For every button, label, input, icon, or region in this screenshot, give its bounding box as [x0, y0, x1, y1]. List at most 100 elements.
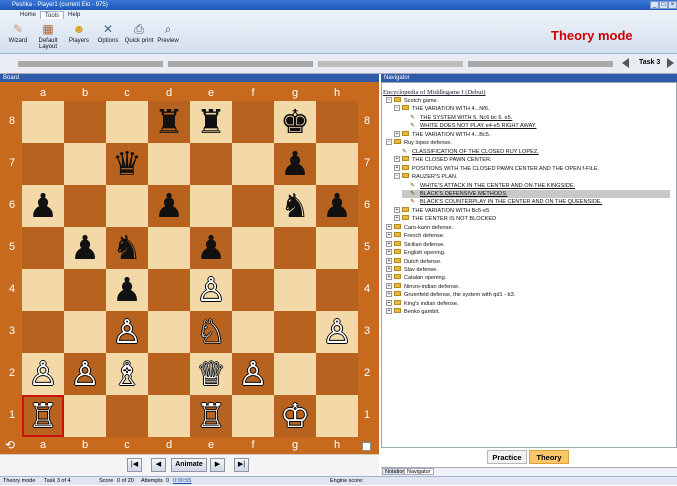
- tab-navigator[interactable]: Navigator: [404, 468, 434, 475]
- square-a3[interactable]: [22, 311, 64, 353]
- tree-item[interactable]: + Gruenfeld defense, the system with qd1 …: [386, 291, 670, 299]
- tree-item[interactable]: + Caro-kann defense.: [386, 223, 670, 232]
- square-f1[interactable]: [232, 395, 274, 437]
- expand-icon[interactable]: +: [386, 274, 392, 281]
- piece-c5[interactable]: ♞: [106, 227, 148, 269]
- square-g2[interactable]: [274, 353, 316, 395]
- expand-icon[interactable]: +: [386, 291, 392, 298]
- tree-item[interactable]: − THE VARIATION WITH 4...Nf6.: [394, 105, 670, 113]
- tree-item[interactable]: + French defense.: [386, 232, 670, 240]
- collapse-icon[interactable]: −: [386, 97, 392, 103]
- square-b6[interactable]: [64, 185, 106, 227]
- animate-button[interactable]: Animate: [171, 458, 207, 472]
- square-a7[interactable]: [22, 143, 64, 185]
- piece-d6[interactable]: ♟: [148, 185, 190, 227]
- tab-help[interactable]: Help: [64, 11, 84, 19]
- expand-icon[interactable]: +: [386, 266, 392, 272]
- piece-c7[interactable]: ♛: [106, 143, 148, 185]
- square-f8[interactable]: [232, 101, 274, 143]
- first-move-button[interactable]: |◀: [127, 458, 142, 472]
- square-d4[interactable]: [148, 269, 190, 311]
- tree-item[interactable]: ✎ WHITE DOES NOT PLAY e4-e5 RIGHT AWAY.: [402, 122, 670, 130]
- square-h8[interactable]: [316, 101, 358, 143]
- piece-c2[interactable]: ♗: [106, 353, 148, 395]
- tree-item[interactable]: ✎ WHITE'S ATTACK IN THE CENTER AND ON THE…: [402, 182, 670, 190]
- square-h5[interactable]: [316, 227, 358, 269]
- square-h4[interactable]: [316, 269, 358, 311]
- collapse-icon[interactable]: −: [394, 173, 400, 180]
- task-segment-1[interactable]: [18, 61, 163, 67]
- close-button[interactable]: ×: [668, 1, 677, 9]
- square-a5[interactable]: [22, 227, 64, 269]
- square-c1[interactable]: [106, 395, 148, 437]
- next-task-icon[interactable]: [667, 58, 674, 68]
- tree-item[interactable]: − Scotch game.: [386, 97, 670, 105]
- expand-icon[interactable]: +: [386, 282, 392, 289]
- piece-e1[interactable]: ♖: [190, 395, 232, 437]
- tree-item[interactable]: ✎ BLACK'S COUNTERPLAY IN THE CENTER AND O…: [402, 198, 670, 206]
- piece-e2[interactable]: ♕: [190, 353, 232, 395]
- piece-c4[interactable]: ♟: [106, 269, 148, 311]
- square-f3[interactable]: [232, 311, 274, 353]
- flip-board-icon[interactable]: ⟲: [5, 438, 15, 452]
- tree-item[interactable]: − Ruy lopez defense.: [386, 139, 670, 147]
- tree-item[interactable]: + Sicilian defense.: [386, 240, 670, 249]
- square-g3[interactable]: [274, 311, 316, 353]
- quick-print-button[interactable]: ⎙ Quick print: [124, 22, 154, 52]
- practice-button[interactable]: Practice: [487, 450, 527, 464]
- tree-item[interactable]: + Slav defense.: [386, 266, 670, 274]
- tree-item[interactable]: + Dutch defense.: [386, 257, 670, 266]
- preview-button[interactable]: ⌕ Preview: [156, 22, 180, 52]
- piece-a1[interactable]: ♖: [22, 395, 64, 437]
- tree-item[interactable]: + English opening.: [386, 249, 670, 257]
- square-a4[interactable]: [22, 269, 64, 311]
- tree-item[interactable]: + THE VARIATION WITH 4...Bc5.: [394, 130, 670, 139]
- square-e7[interactable]: [190, 143, 232, 185]
- piece-a6[interactable]: ♟: [22, 185, 64, 227]
- piece-g7[interactable]: ♟: [274, 143, 316, 185]
- piece-b5[interactable]: ♟: [64, 227, 106, 269]
- prev-move-button[interactable]: ◀: [151, 458, 166, 472]
- piece-b2[interactable]: ♙: [64, 353, 106, 395]
- piece-c3[interactable]: ♙: [106, 311, 148, 353]
- tree-item[interactable]: + Catalan opening.: [386, 274, 670, 282]
- square-b4[interactable]: [64, 269, 106, 311]
- expand-icon[interactable]: +: [386, 299, 392, 306]
- expand-icon[interactable]: +: [386, 232, 392, 239]
- square-d7[interactable]: [148, 143, 190, 185]
- expand-icon[interactable]: +: [394, 206, 400, 213]
- piece-h6[interactable]: ♟: [316, 185, 358, 227]
- piece-h3[interactable]: ♙: [316, 311, 358, 353]
- minimize-button[interactable]: _: [650, 1, 659, 9]
- wizard-button[interactable]: ✎ Wizard: [6, 22, 30, 52]
- square-f7[interactable]: [232, 143, 274, 185]
- expand-icon[interactable]: +: [394, 164, 400, 171]
- square-b8[interactable]: [64, 101, 106, 143]
- square-h2[interactable]: [316, 353, 358, 395]
- tree-item[interactable]: + Nimzo-indian defense.: [386, 282, 670, 291]
- tree-item[interactable]: + THE CENTER IS NOT BLOCKED: [394, 215, 670, 223]
- tree-item[interactable]: + THE VARIATION WITH Bc5-e5: [394, 206, 670, 215]
- tree-item[interactable]: + THE CLOSED PAWN CENTER.: [394, 156, 670, 164]
- piece-g6[interactable]: ♞: [274, 185, 316, 227]
- square-g5[interactable]: [274, 227, 316, 269]
- piece-f2[interactable]: ♙: [232, 353, 274, 395]
- piece-e8[interactable]: ♜: [190, 101, 232, 143]
- expand-icon[interactable]: +: [386, 249, 392, 256]
- square-d2[interactable]: [148, 353, 190, 395]
- default-layout-button[interactable]: ▦ Default Layout: [34, 22, 62, 52]
- piece-g1[interactable]: ♔: [274, 395, 316, 437]
- last-move-button[interactable]: ▶|: [234, 458, 249, 472]
- tree-item[interactable]: − RAUZER'S PLAN.: [394, 173, 670, 181]
- square-h1[interactable]: [316, 395, 358, 437]
- square-e6[interactable]: [190, 185, 232, 227]
- square-d5[interactable]: [148, 227, 190, 269]
- tree-item[interactable]: + Benko gambit.: [386, 308, 670, 316]
- tree-item[interactable]: + POSITIONS WITH THE CLOSED PAWN CENTER A…: [394, 164, 670, 173]
- square-b7[interactable]: [64, 143, 106, 185]
- tree-heading[interactable]: Encyclopedia of Middlegame I (Debut): [383, 89, 486, 96]
- collapse-icon[interactable]: −: [394, 105, 400, 112]
- square-f5[interactable]: [232, 227, 274, 269]
- piece-a2[interactable]: ♙: [22, 353, 64, 395]
- collapse-icon[interactable]: −: [386, 139, 392, 146]
